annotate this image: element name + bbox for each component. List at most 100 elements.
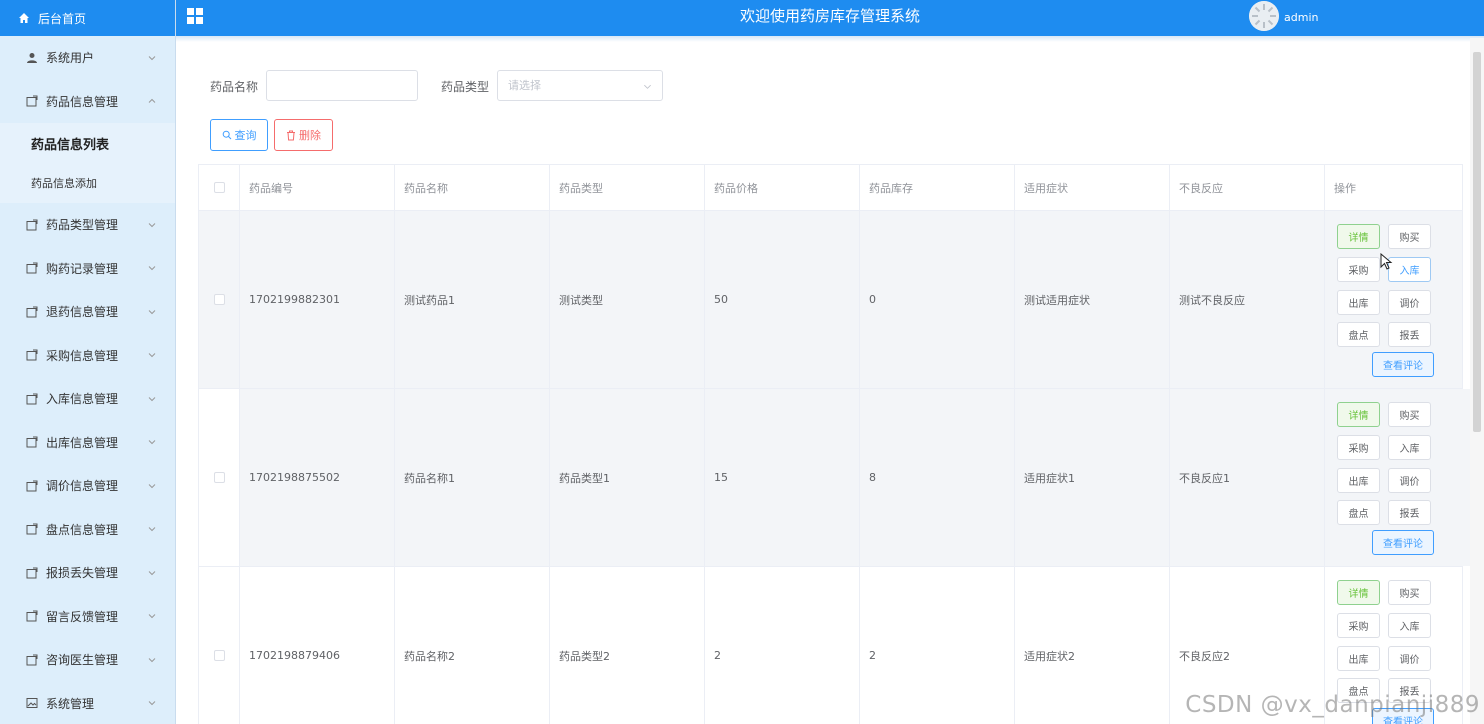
report-loss-button[interactable]: 报丢 (1388, 322, 1431, 347)
sidebar-subitem-drug-add[interactable]: 药品信息添加 (0, 163, 175, 203)
table-header: 药品库存 (860, 165, 1015, 210)
purchase-button[interactable]: 采购 (1337, 435, 1380, 460)
row-checkbox[interactable] (213, 650, 225, 661)
drug-name-label: 药品名称 (210, 80, 259, 94)
stock-in-button[interactable]: 入库 (1388, 257, 1431, 282)
drug-type-select[interactable]: 请选择 (497, 70, 663, 101)
table-cell: 15 (705, 389, 860, 566)
row-checkbox[interactable] (213, 294, 225, 305)
purchase-button[interactable]: 采购 (1337, 613, 1380, 638)
table-header: 操作 (1334, 181, 1356, 195)
sidebar-item-label: 报损丢失管理 (46, 566, 119, 581)
folder-icon (26, 480, 38, 492)
stock-out-button[interactable]: 出库 (1337, 290, 1380, 315)
chevron-up-icon (148, 99, 156, 104)
detail-button[interactable]: 详情 (1337, 580, 1380, 605)
folder-icon (26, 262, 38, 274)
folder-icon (26, 95, 38, 107)
buy-button[interactable]: 购买 (1388, 402, 1431, 427)
buy-button[interactable]: 购买 (1388, 224, 1431, 249)
sidebar-item-stock-in[interactable]: 入库信息管理 (0, 377, 175, 421)
image-icon (26, 697, 38, 709)
folder-icon (26, 219, 38, 231)
chevron-down-icon (148, 353, 156, 358)
report-loss-button[interactable]: 报丢 (1388, 500, 1431, 525)
table-header: 不良反应 (1170, 165, 1325, 210)
main-content: 药品名称 药品类型 请选择 查询 删除 药品编号 药品名称 药品类型 药品价格 … (176, 42, 1484, 724)
table-cell: 测试适用症状 (1015, 211, 1170, 388)
sidebar-item-price-adjust[interactable]: 调价信息管理 (0, 464, 175, 508)
sidebar-item-doctor-consult[interactable]: 咨询医生管理 (0, 638, 175, 682)
table-cell: 测试类型 (550, 211, 705, 388)
sidebar-item-drug-info[interactable]: 药品信息管理 (0, 80, 175, 124)
chevron-down-icon (644, 84, 651, 89)
username[interactable]: admin (1284, 0, 1318, 36)
purchase-button[interactable]: 采购 (1337, 257, 1380, 282)
query-button-label: 查询 (234, 129, 257, 142)
table-header-row: 药品编号 药品名称 药品类型 药品价格 药品库存 适用症状 不良反应 操作 (199, 165, 1462, 211)
view-comments-button[interactable]: 查看评论 (1372, 530, 1434, 555)
sidebar-item-returns[interactable]: 退药信息管理 (0, 290, 175, 334)
sidebar-subitem-drug-list[interactable]: 药品信息列表 (0, 123, 175, 163)
stock-out-button[interactable]: 出库 (1337, 646, 1380, 671)
folder-icon (26, 306, 38, 318)
view-comments-button[interactable]: 查看评论 (1372, 352, 1434, 377)
delete-button-label: 删除 (299, 129, 321, 142)
sidebar-home[interactable]: 后台首页 (0, 0, 175, 36)
table-header: 药品编号 (240, 165, 395, 210)
price-adjust-button[interactable]: 调价 (1388, 290, 1431, 315)
stock-in-button[interactable]: 入库 (1388, 613, 1431, 638)
row-checkbox[interactable] (213, 472, 225, 483)
sidebar-item-label: 盘点信息管理 (46, 522, 119, 537)
stock-in-button[interactable]: 入库 (1388, 435, 1431, 460)
buy-button[interactable]: 购买 (1388, 580, 1431, 605)
search-icon (222, 130, 231, 140)
sidebar-subitem-label: 药品信息列表 (31, 137, 110, 153)
sidebar-item-drug-type[interactable]: 药品类型管理 (0, 203, 175, 247)
chevron-down-icon (148, 483, 156, 488)
chevron-down-icon (148, 266, 156, 271)
table-cell: 2 (860, 567, 1015, 724)
chevron-down-icon (148, 570, 156, 575)
inventory-button[interactable]: 盘点 (1337, 322, 1380, 347)
detail-button[interactable]: 详情 (1337, 224, 1380, 249)
query-button[interactable]: 查询 (210, 119, 268, 151)
table-cell: 0 (860, 211, 1015, 388)
page-scrollbar[interactable] (1470, 38, 1484, 724)
stock-out-button[interactable]: 出库 (1337, 468, 1380, 493)
table-row: 1702199882301 测试药品1 测试类型 50 0 测试适用症状 测试不… (199, 211, 1462, 389)
row-actions: 详情 购买 采购 入库 出库 调价 盘点 报丢 查看评论 (1325, 211, 1481, 388)
folder-icon (26, 436, 38, 448)
sidebar-item-loss[interactable]: 报损丢失管理 (0, 551, 175, 595)
header-checkbox-cell (199, 165, 240, 210)
sidebar-item-inventory[interactable]: 盘点信息管理 (0, 508, 175, 552)
row-checkbox-cell (199, 389, 240, 566)
home-icon (18, 12, 30, 24)
avatar[interactable] (1249, 1, 1279, 31)
folder-icon (26, 567, 38, 579)
delete-button[interactable]: 删除 (274, 119, 333, 151)
select-all-checkbox[interactable] (213, 182, 225, 193)
inventory-button[interactable]: 盘点 (1337, 500, 1380, 525)
scrollbar-thumb[interactable] (1473, 52, 1481, 432)
sidebar-item-purchase-records[interactable]: 购药记录管理 (0, 247, 175, 291)
chevron-down-icon (148, 396, 156, 401)
detail-button[interactable]: 详情 (1337, 402, 1380, 427)
watermark: CSDN @vx_danpianji889 (1185, 692, 1480, 718)
sidebar-item-system-users[interactable]: 系统用户 (0, 36, 175, 80)
sidebar-item-label: 系统管理 (46, 696, 95, 711)
sidebar-item-stock-out[interactable]: 出库信息管理 (0, 421, 175, 465)
folder-icon (26, 349, 38, 361)
sidebar-item-feedback[interactable]: 留言反馈管理 (0, 595, 175, 639)
row-actions: 详情 购买 采购 入库 出库 调价 盘点 报丢 查看评论 (1325, 389, 1481, 566)
drug-name-input[interactable] (266, 70, 418, 101)
price-adjust-button[interactable]: 调价 (1388, 468, 1431, 493)
sidebar-item-procurement[interactable]: 采购信息管理 (0, 334, 175, 378)
table-cell: 药品名称2 (395, 567, 550, 724)
sidebar-item-system-management[interactable]: 系统管理 (0, 682, 175, 724)
table-cell: 不良反应1 (1170, 389, 1325, 566)
table-cell: 50 (705, 211, 860, 388)
price-adjust-button[interactable]: 调价 (1388, 646, 1431, 671)
mouse-cursor-icon (1380, 253, 1393, 270)
table-cell: 1702199882301 (240, 211, 395, 388)
